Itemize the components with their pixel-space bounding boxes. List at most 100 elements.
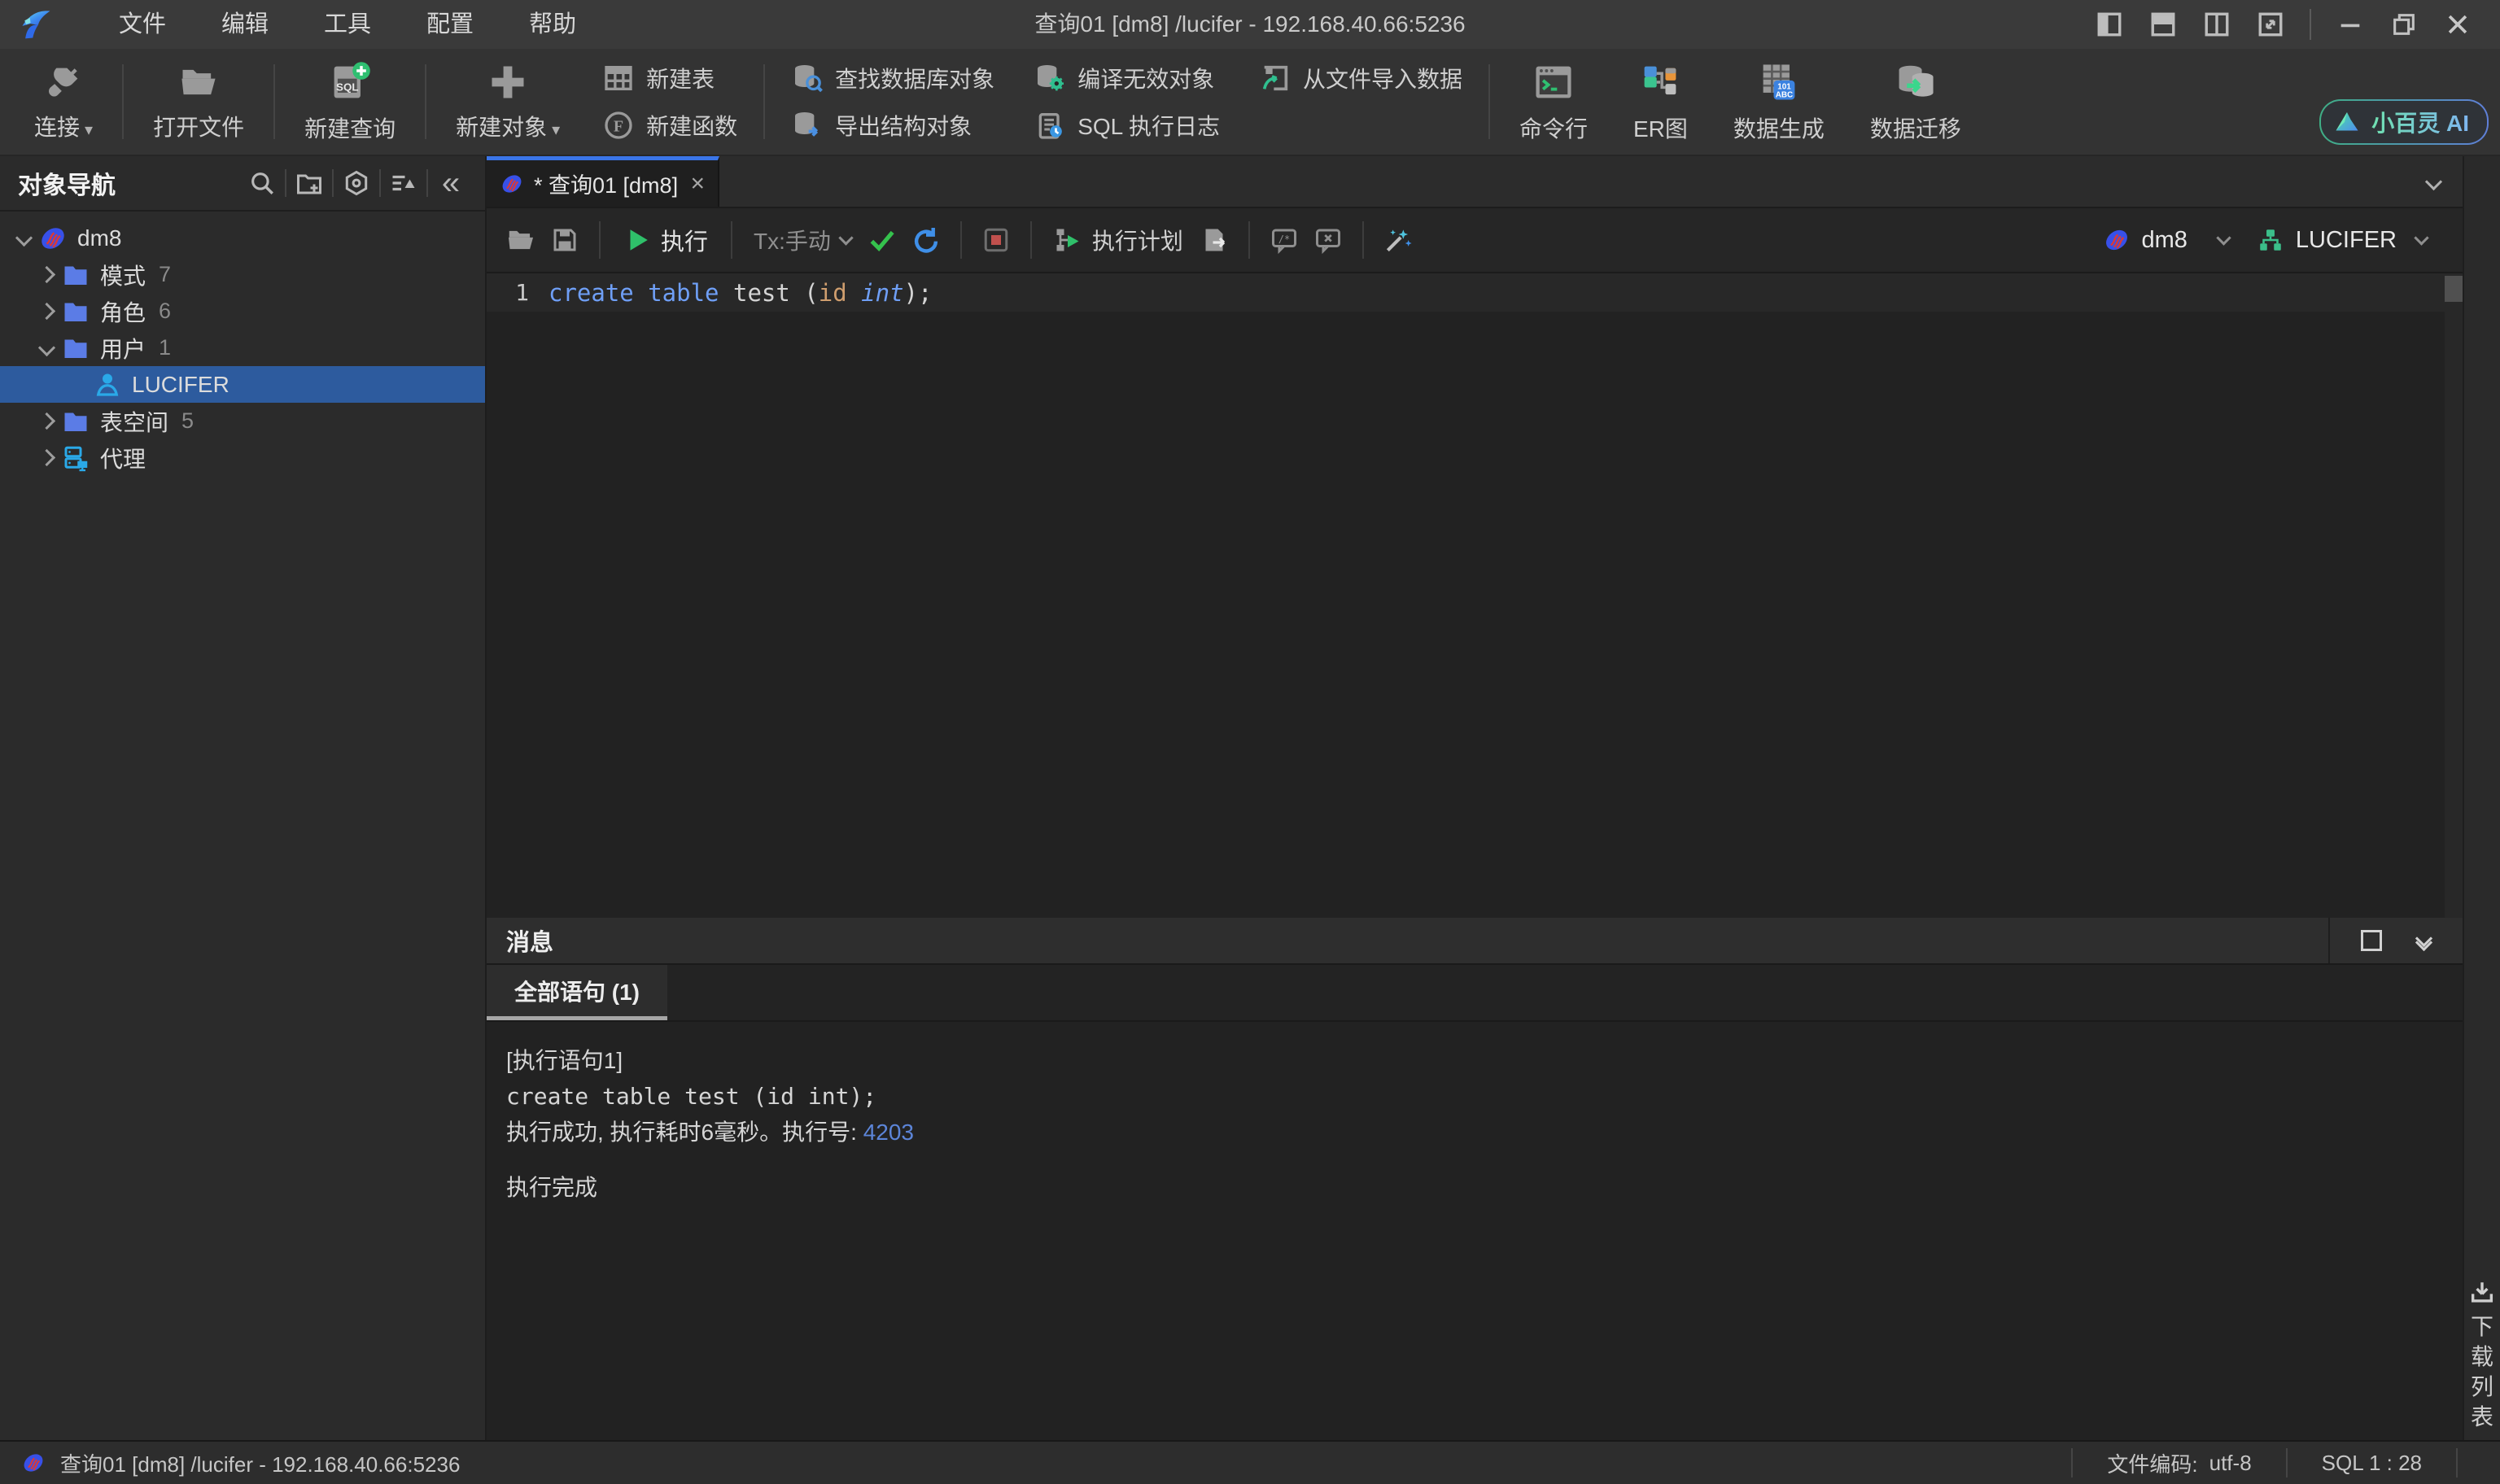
find-db-objects-button[interactable]: 查找数据库对象 [791, 60, 994, 96]
close-button[interactable] [2443, 10, 2472, 39]
schema-select[interactable]: LUCIFER [2257, 226, 2427, 254]
find-db-objects-label: 查找数据库对象 [835, 62, 994, 94]
rollback-icon[interactable] [907, 220, 946, 260]
transaction-mode-label: Tx:手动 [754, 224, 831, 256]
scrollbar-thumb[interactable] [2445, 276, 2463, 302]
tab-list-dropdown[interactable] [2428, 156, 2463, 207]
layout-split-icon[interactable] [2202, 10, 2231, 39]
editor-vertical-scrollbar[interactable] [2445, 273, 2463, 918]
collapse-panel-double-chevron-icon[interactable] [2418, 932, 2430, 949]
window-controls [2095, 9, 2500, 40]
chevron-down-icon[interactable] [15, 229, 33, 247]
cursor-position-cell: SQL 1 : 28 [2288, 1442, 2456, 1484]
minimize-button[interactable] [2336, 10, 2365, 39]
restore-button[interactable] [2389, 10, 2419, 39]
chevron-right-icon[interactable] [38, 412, 55, 430]
maximize-panel-icon[interactable] [2361, 930, 2382, 951]
all-statements-tab[interactable]: 全部语句 (1) [487, 965, 667, 1020]
main-area: 对象导航 [0, 156, 2500, 1440]
download-list-tab[interactable]: 下载列表 [2468, 1279, 2496, 1432]
tree-item-schemas[interactable]: 模式 7 [0, 256, 485, 293]
tree-item-dm8[interactable]: dm8 [0, 220, 485, 256]
new-folder-icon[interactable] [293, 167, 326, 199]
chevron-down-icon[interactable] [38, 339, 55, 356]
tree-item-users[interactable]: 用户 1 [0, 330, 485, 366]
uncomment-icon[interactable] [1309, 220, 1348, 260]
menu-tools[interactable]: 工具 [296, 0, 399, 49]
import-data-from-file-button[interactable]: 从文件导入数据 [1259, 60, 1462, 96]
menu-file[interactable]: 文件 [91, 0, 194, 49]
menu-edit[interactable]: 编辑 [194, 0, 296, 49]
comment-block-icon[interactable]: /* [1265, 220, 1304, 260]
tree-item-agent[interactable]: 代理 [0, 439, 485, 476]
layout-top-panel-icon[interactable] [2148, 10, 2178, 39]
editor-toolbar-divider [599, 221, 601, 259]
app-window: 文件 编辑 工具 配置 帮助 查询01 [dm8] /lucifer - 192… [0, 0, 2500, 1484]
collapse-panel-icon[interactable]: « [435, 167, 467, 199]
cursor-position-value: SQL 1 : 28 [2322, 1451, 2422, 1476]
folder-icon [59, 261, 92, 289]
sql-exec-log-button[interactable]: SQL 执行日志 [1034, 107, 1220, 143]
svg-text:ABC: ABC [1776, 91, 1793, 100]
explain-plan-button[interactable]: 执行计划 [1047, 224, 1190, 256]
new-table-button[interactable]: 新建表 [602, 60, 737, 96]
chevron-right-icon[interactable] [38, 303, 55, 320]
ai-assistant-button[interactable]: 小百灵 AI [2319, 99, 2489, 145]
open-icon[interactable] [501, 220, 540, 260]
sort-filter-icon[interactable] [387, 167, 420, 199]
tree-item-label: 用户 [100, 332, 146, 364]
chevron-right-icon[interactable] [38, 449, 55, 466]
tree-item-tablespaces[interactable]: 表空间 5 [0, 403, 485, 439]
settings-hexagon-icon[interactable] [340, 167, 373, 199]
menu-help[interactable]: 帮助 [501, 0, 604, 49]
new-object-button[interactable]: 新建对象▾ [433, 48, 583, 155]
new-function-button[interactable]: F 新建函数 [602, 107, 737, 143]
run-button[interactable]: 执行 [615, 223, 716, 257]
open-file-label: 打开文件 [153, 110, 244, 142]
user-icon [91, 371, 124, 399]
data-generate-button[interactable]: 101ABC 数据生成 [1711, 48, 1847, 155]
connect-button[interactable]: 连接▾ [11, 48, 116, 155]
chevron-right-icon[interactable] [38, 266, 55, 283]
er-diagram-button[interactable]: ER图 [1611, 48, 1711, 155]
new-table-function-group: 新建表 F 新建函数 [583, 48, 757, 155]
connection-select[interactable]: dm8 [2103, 226, 2229, 254]
tab-close-icon[interactable]: × [690, 172, 705, 196]
db-search-icon [791, 62, 824, 94]
er-diagram-icon [1637, 59, 1683, 105]
layout-left-panel-icon[interactable] [2095, 10, 2124, 39]
export-struct-objects-button[interactable]: 导出结构对象 [791, 107, 994, 143]
export-script-icon[interactable] [1195, 220, 1234, 260]
file-import-icon [1259, 62, 1292, 94]
tree-item-label: 代理 [100, 442, 146, 474]
stop-icon[interactable] [977, 220, 1016, 260]
new-function-label: 新建函数 [646, 109, 737, 142]
save-icon[interactable] [545, 220, 584, 260]
query-tab[interactable]: * 查询01 [dm8] × [487, 156, 719, 207]
tree-item-roles[interactable]: 角色 6 [0, 293, 485, 330]
editor-toolbar-divider [731, 221, 732, 259]
open-file-button[interactable]: 打开文件 [130, 48, 267, 155]
sql-file-plus-icon: SQL [327, 59, 373, 105]
compile-invalid-objects-button[interactable]: 编译无效对象 [1034, 60, 1220, 96]
ai-bird-icon [2332, 107, 2362, 137]
data-migrate-button[interactable]: 数据迁移 [1847, 48, 1984, 155]
commit-icon[interactable] [863, 220, 902, 260]
exec-number-link[interactable]: 4203 [863, 1120, 914, 1145]
er-diagram-label: ER图 [1633, 111, 1688, 144]
dm-database-icon [2103, 226, 2131, 254]
status-connection-info: 查询01 [dm8] /lucifer - 192.168.40.66:5236 [0, 1448, 460, 1478]
menu-config[interactable]: 配置 [399, 0, 501, 49]
search-icon[interactable] [246, 167, 278, 199]
layout-expand-icon[interactable] [2256, 10, 2285, 39]
transaction-mode-select[interactable]: Tx:手动 [747, 224, 858, 256]
new-query-label: 新建查询 [304, 111, 396, 144]
tree-item-lucifer[interactable]: LUCIFER [0, 366, 485, 403]
toolbar-divider [425, 64, 426, 139]
svg-text:/*: /* [1278, 234, 1290, 245]
command-line-button[interactable]: 命令行 [1497, 48, 1611, 155]
sql-editor[interactable]: 1 create table test (id int); [487, 273, 2463, 918]
format-magic-icon[interactable] [1379, 220, 1418, 260]
agent-server-icon [59, 444, 92, 472]
new-query-button[interactable]: SQL 新建查询 [282, 48, 418, 155]
